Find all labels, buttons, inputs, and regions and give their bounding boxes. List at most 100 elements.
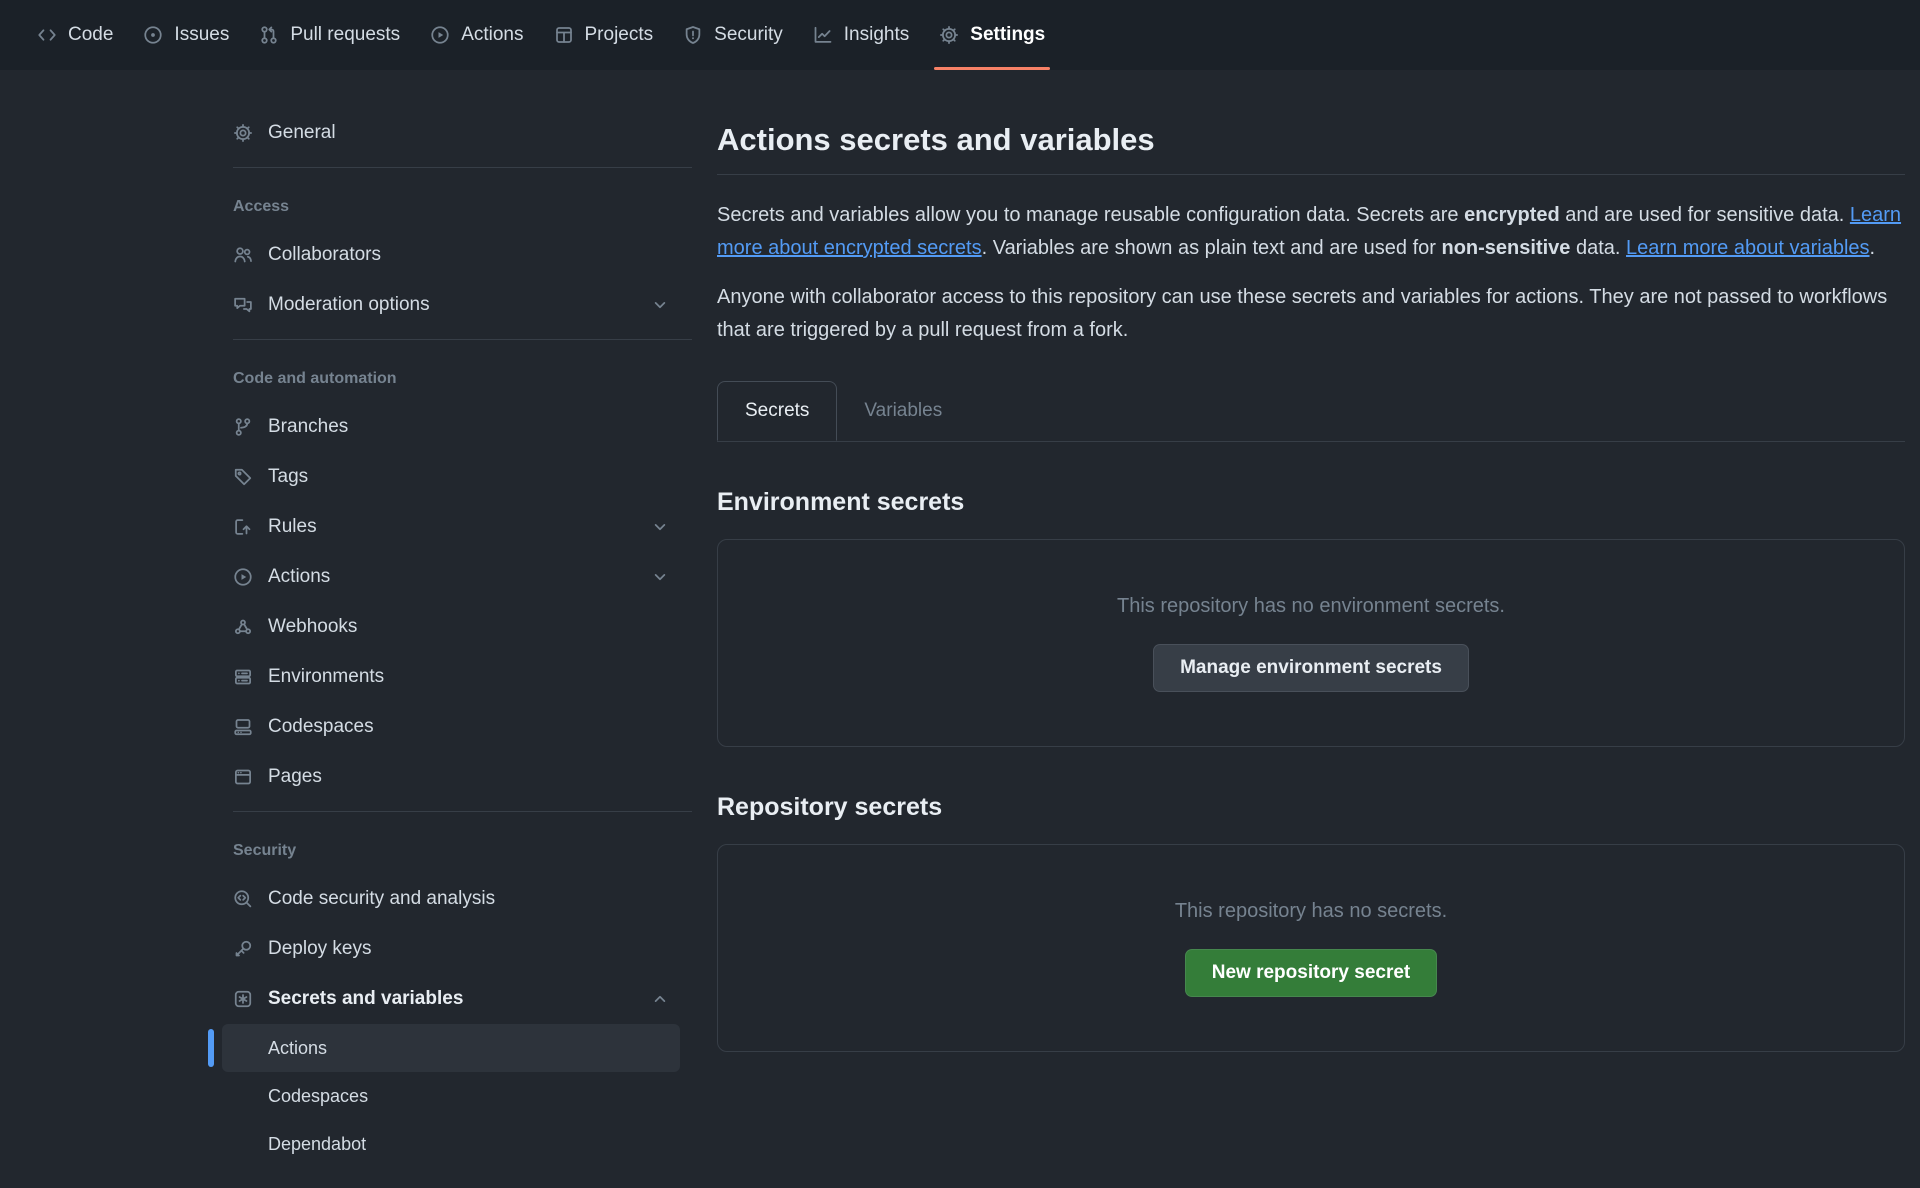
sidebar-subitem-label: Dependabot <box>268 1134 366 1155</box>
nav-tab-security[interactable]: Security <box>668 0 798 70</box>
sidebar-item-label: General <box>268 122 336 144</box>
browser-icon <box>233 767 253 787</box>
sidebar-item-general[interactable]: General <box>208 108 692 158</box>
sidebar-item-environments[interactable]: Environments <box>208 652 692 702</box>
issue-opened-icon <box>143 25 163 45</box>
nav-tab-pull-requests[interactable]: Pull requests <box>244 0 415 70</box>
sidebar-item-branches[interactable]: Branches <box>208 402 692 452</box>
intro-text: data. <box>1570 237 1626 259</box>
rules-icon <box>233 517 253 537</box>
code-scan-icon <box>233 889 253 909</box>
sidebar-divider <box>233 167 692 168</box>
secrets-variables-tabnav: Secrets Variables <box>717 381 1905 442</box>
sidebar-item-label: Secrets and variables <box>268 988 463 1010</box>
sidebar-divider <box>233 339 692 340</box>
gear-icon <box>233 123 253 143</box>
tab-secrets[interactable]: Secrets <box>717 381 837 441</box>
nav-tab-insights[interactable]: Insights <box>798 0 924 70</box>
nav-tab-projects[interactable]: Projects <box>539 0 669 70</box>
comment-discussion-icon <box>233 295 253 315</box>
intro-text: . Variables are shown as plain text and … <box>982 237 1442 259</box>
asterisk-box-icon <box>233 989 253 1009</box>
intro-paragraph: Secrets and variables allow you to manag… <box>717 199 1905 265</box>
tab-variables[interactable]: Variables <box>837 381 969 441</box>
nav-tab-label: Issues <box>174 24 229 46</box>
environment-secrets-heading: Environment secrets <box>717 488 1905 517</box>
sidebar-item-secrets-and-variables[interactable]: Secrets and variables <box>208 974 692 1024</box>
play-circle-icon <box>430 25 450 45</box>
sidebar-item-label: Tags <box>268 466 308 488</box>
nav-tab-label: Code <box>68 24 113 46</box>
sidebar-divider <box>233 811 692 812</box>
nav-tab-settings[interactable]: Settings <box>924 0 1060 70</box>
server-icon <box>233 667 253 687</box>
intro-text: Secrets and variables allow you to manag… <box>717 204 1464 226</box>
nav-tab-label: Projects <box>585 24 654 46</box>
sidebar-subitem-dependabot[interactable]: Dependabot <box>222 1120 680 1168</box>
environment-secrets-section: Environment secrets This repository has … <box>717 488 1905 747</box>
sidebar-item-webhooks[interactable]: Webhooks <box>208 602 692 652</box>
nav-tab-actions[interactable]: Actions <box>415 0 538 70</box>
sidebar-item-codespaces[interactable]: Codespaces <box>208 702 692 752</box>
sidebar-item-label: Branches <box>268 416 348 438</box>
sidebar-item-label: Collaborators <box>268 244 381 266</box>
sidebar-item-label: Deploy keys <box>268 938 372 960</box>
chevron-down-icon <box>650 295 670 315</box>
repository-secrets-empty-text: This repository has no secrets. <box>1175 900 1447 923</box>
sidebar-item-label: Codespaces <box>268 716 374 738</box>
key-icon <box>233 939 253 959</box>
sidebar-item-label: Code security and analysis <box>268 888 495 910</box>
settings-sidebar: General Access Collaborators Moderation … <box>208 70 692 1168</box>
settings-content: Actions secrets and variables Secrets an… <box>717 70 1905 1052</box>
sidebar-subitem-codespaces[interactable]: Codespaces <box>222 1072 680 1120</box>
nav-tab-label: Settings <box>970 24 1045 46</box>
new-repository-secret-button[interactable]: New repository secret <box>1185 949 1438 997</box>
sidebar-item-rules[interactable]: Rules <box>208 502 692 552</box>
sidebar-item-label: Webhooks <box>268 616 357 638</box>
sidebar-section-security: Security <box>208 842 692 860</box>
sidebar-section-code-automation: Code and automation <box>208 370 692 388</box>
sidebar-item-label: Moderation options <box>268 294 430 316</box>
environment-secrets-empty-text: This repository has no environment secre… <box>1117 595 1505 618</box>
collaborator-note-paragraph: Anyone with collaborator access to this … <box>717 281 1905 347</box>
play-circle-icon <box>233 567 253 587</box>
repository-secrets-heading: Repository secrets <box>717 793 1905 822</box>
sidebar-subitem-label: Actions <box>268 1038 327 1059</box>
sidebar-item-moderation-options[interactable]: Moderation options <box>208 280 692 330</box>
page-title: Actions secrets and variables <box>717 122 1905 175</box>
git-pull-request-icon <box>259 25 279 45</box>
tag-icon <box>233 467 253 487</box>
repo-nav: Code Issues Pull requests Actions Projec… <box>0 0 1920 70</box>
intro-bold-encrypted: encrypted <box>1464 204 1560 226</box>
nav-tab-code[interactable]: Code <box>22 0 128 70</box>
sidebar-subitem-actions[interactable]: Actions <box>222 1024 680 1072</box>
nav-tab-label: Actions <box>461 24 523 46</box>
repository-secrets-section: Repository secrets This repository has n… <box>717 793 1905 1052</box>
git-branch-icon <box>233 417 253 437</box>
sidebar-item-pages[interactable]: Pages <box>208 752 692 802</box>
people-icon <box>233 245 253 265</box>
chevron-down-icon <box>650 567 670 587</box>
sidebar-item-code-security-analysis[interactable]: Code security and analysis <box>208 874 692 924</box>
sidebar-item-label: Environments <box>268 666 384 688</box>
intro-text: and are used for sensitive data. <box>1560 204 1850 226</box>
sidebar-item-collaborators[interactable]: Collaborators <box>208 230 692 280</box>
link-variables[interactable]: Learn more about variables <box>1626 237 1869 259</box>
intro-text: . <box>1870 237 1876 259</box>
environment-secrets-empty-box: This repository has no environment secre… <box>717 539 1905 747</box>
sidebar-item-deploy-keys[interactable]: Deploy keys <box>208 924 692 974</box>
nav-tab-label: Insights <box>844 24 909 46</box>
nav-tab-label: Pull requests <box>290 24 400 46</box>
manage-environment-secrets-button[interactable]: Manage environment secrets <box>1153 644 1469 692</box>
settings-layout: General Access Collaborators Moderation … <box>0 70 1920 1168</box>
nav-tab-label: Security <box>714 24 783 46</box>
sidebar-item-tags[interactable]: Tags <box>208 452 692 502</box>
sidebar-section-access: Access <box>208 198 692 216</box>
nav-tab-issues[interactable]: Issues <box>128 0 244 70</box>
codespaces-icon <box>233 717 253 737</box>
shield-icon <box>683 25 703 45</box>
code-icon <box>37 25 57 45</box>
sidebar-item-label: Pages <box>268 766 322 788</box>
webhook-icon <box>233 617 253 637</box>
sidebar-item-actions[interactable]: Actions <box>208 552 692 602</box>
